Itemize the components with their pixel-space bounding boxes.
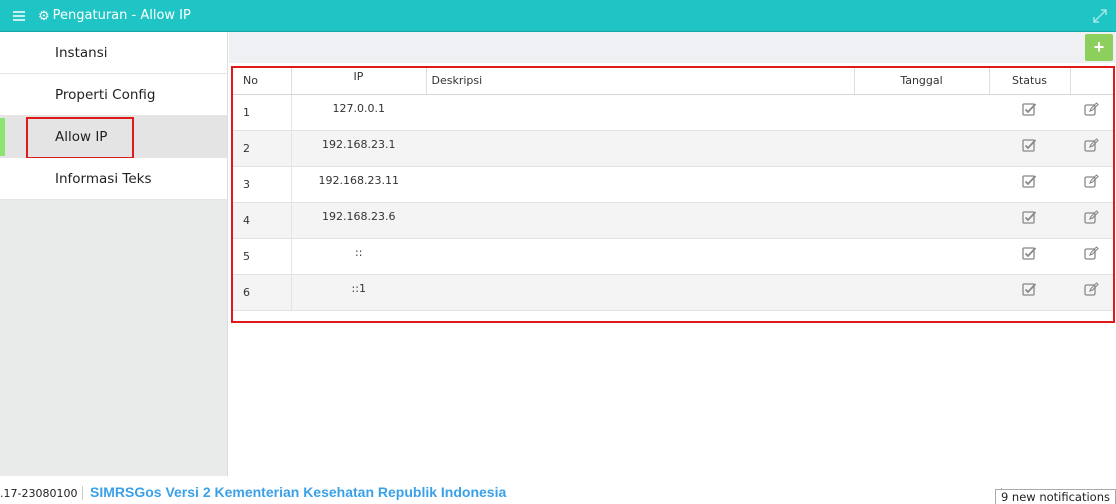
cell-tanggal (854, 238, 989, 275)
cell-actions (1070, 94, 1113, 131)
table-row[interactable]: 4 192.168.23.6 (233, 202, 1113, 239)
cell-deskripsi (426, 202, 854, 239)
cell-no: 2 (233, 130, 291, 167)
edit-icon[interactable] (1084, 245, 1099, 260)
table-header-row: No IP Deskripsi Tanggal Status (233, 68, 1113, 95)
cell-status (989, 94, 1070, 131)
cell-ip: 127.0.0.1 (290, 94, 426, 131)
cell-tanggal (854, 202, 989, 239)
sidebar-item-properti-config[interactable]: Properti Config (0, 74, 227, 116)
sidebar-item-instansi[interactable]: Instansi (0, 32, 227, 74)
settings-sidebar: Instansi Properti Config Allow IP Inform… (0, 32, 228, 476)
status-check-icon[interactable] (1022, 246, 1037, 260)
app-header: ⚙ Pengaturan - Allow IP (0, 0, 1116, 32)
cell-actions (1070, 166, 1113, 203)
cell-no: 3 (233, 166, 291, 203)
cell-tanggal (854, 130, 989, 167)
cell-actions (1070, 202, 1113, 239)
cell-no: 1 (233, 94, 291, 131)
cell-status (989, 202, 1070, 239)
cell-deskripsi (426, 238, 854, 275)
edit-icon[interactable] (1084, 101, 1099, 116)
add-button[interactable]: + (1085, 34, 1113, 61)
cell-ip: :: (290, 238, 426, 275)
cell-ip: 192.168.23.1 (290, 130, 426, 167)
status-check-icon[interactable] (1022, 282, 1037, 296)
cell-tanggal (854, 166, 989, 203)
cell-no: 6 (233, 274, 291, 311)
cell-status (989, 274, 1070, 311)
allow-ip-table: No IP Deskripsi Tanggal Status 1 127.0.0… (233, 68, 1113, 311)
cell-status (989, 130, 1070, 167)
status-check-icon[interactable] (1022, 102, 1037, 116)
cell-status (989, 166, 1070, 203)
cell-tanggal (854, 274, 989, 311)
sidebar-item-label: Instansi (55, 44, 108, 61)
expand-icon[interactable] (1092, 8, 1108, 24)
column-header-status[interactable]: Status (989, 68, 1071, 95)
allow-ip-table-highlight: No IP Deskripsi Tanggal Status 1 127.0.0… (231, 66, 1115, 323)
cell-actions (1070, 130, 1113, 167)
column-header-deskripsi[interactable]: Deskripsi (426, 68, 855, 95)
table-row[interactable]: 2 192.168.23.1 (233, 130, 1113, 167)
marquee-text: SIMRSGos Versi 2 Kementerian Kesehatan R… (90, 484, 507, 500)
cell-actions (1070, 238, 1113, 275)
content-toolbar: + (229, 32, 1116, 63)
cell-no: 4 (233, 202, 291, 239)
cell-deskripsi (426, 94, 854, 131)
cell-status (989, 238, 1070, 275)
column-header-no[interactable]: No (233, 68, 292, 95)
gear-icon: ⚙ (38, 7, 50, 23)
sidebar-item-label: Properti Config (55, 86, 156, 103)
edit-icon[interactable] (1084, 173, 1099, 188)
cell-deskripsi (426, 166, 854, 203)
version-text: .17-23080100 (0, 487, 78, 500)
status-check-icon[interactable] (1022, 138, 1037, 152)
edit-icon[interactable] (1084, 209, 1099, 224)
sidebar-item-label: Informasi Teks (55, 170, 152, 187)
column-header-actions (1070, 68, 1113, 95)
cell-ip: ::1 (290, 274, 426, 311)
column-header-tanggal[interactable]: Tanggal (854, 68, 990, 95)
table-row[interactable]: 5 :: (233, 238, 1113, 275)
notifications-button[interactable]: 9 new notifications (994, 489, 1116, 504)
active-marker (0, 118, 5, 156)
column-header-ip[interactable]: IP (290, 68, 427, 95)
table-row[interactable]: 3 192.168.23.11 (233, 166, 1113, 203)
cell-no: 5 (233, 238, 291, 275)
hamburger-icon[interactable] (0, 0, 38, 32)
cell-actions (1070, 274, 1113, 311)
highlight-box (26, 117, 134, 159)
table-row[interactable]: 6 ::1 (233, 274, 1113, 311)
cell-deskripsi (426, 274, 854, 311)
cell-tanggal (854, 94, 989, 131)
sidebar-item-allow-ip[interactable]: Allow IP (0, 116, 227, 159)
cell-ip: 192.168.23.11 (290, 166, 426, 203)
cell-ip: 192.168.23.6 (290, 202, 426, 239)
edit-icon[interactable] (1084, 137, 1099, 152)
cell-deskripsi (426, 130, 854, 167)
edit-icon[interactable] (1084, 281, 1099, 296)
table-row[interactable]: 1 127.0.0.1 (233, 94, 1113, 131)
sidebar-item-informasi-teks[interactable]: Informasi Teks (0, 158, 227, 200)
page-title: Pengaturan - Allow IP (52, 8, 191, 23)
status-check-icon[interactable] (1022, 210, 1037, 224)
footer-divider (82, 486, 83, 500)
status-footer: .17-23080100 SIMRSGos Versi 2 Kementeria… (0, 476, 1116, 504)
status-check-icon[interactable] (1022, 174, 1037, 188)
